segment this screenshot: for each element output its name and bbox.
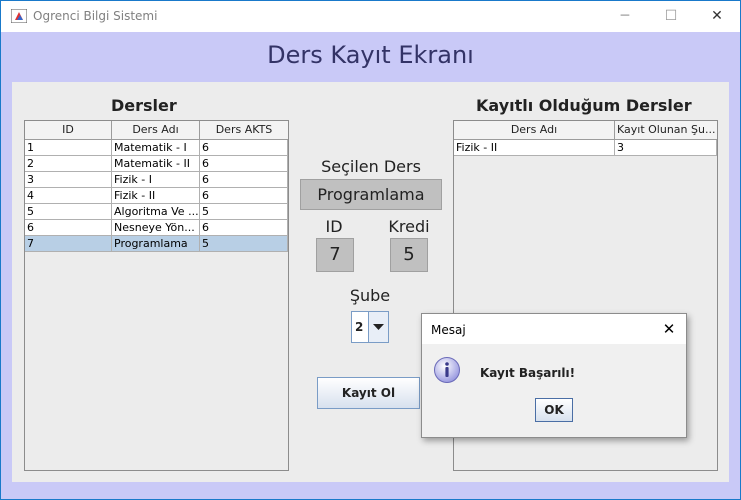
cell-course-name: Algoritma Ve ... bbox=[112, 204, 200, 220]
table-row[interactable]: 3 Fizik - I6 bbox=[25, 172, 288, 188]
table-row[interactable]: 1 Matematik - I6 bbox=[25, 140, 288, 156]
cell-ects: 5 bbox=[200, 236, 288, 252]
courses-table[interactable]: ID Ders Adı Ders AKTS 1 Matematik - I 6 2 Ma… bbox=[24, 120, 289, 471]
cell-id: 5 bbox=[25, 204, 112, 220]
section-dropdown[interactable]: 2 bbox=[351, 311, 389, 343]
chevron-down-icon[interactable] bbox=[368, 312, 388, 342]
cell-ects: 6 bbox=[200, 220, 288, 236]
cell-id: 7 bbox=[25, 236, 112, 252]
cell-id: 6 bbox=[25, 220, 112, 236]
section-label: Şube bbox=[349, 286, 391, 305]
cell-id: 4 bbox=[25, 188, 112, 204]
selected-course-field: Programlama bbox=[300, 179, 442, 210]
dialog-close-button[interactable]: ✕ bbox=[658, 318, 680, 340]
dialog-titlebar[interactable]: Mesaj ✕ bbox=[422, 314, 686, 344]
cell-course-name: Programlama bbox=[112, 236, 200, 252]
cell-ects: 6 bbox=[200, 140, 288, 156]
window-title: Ogrenci Bilgi Sistemi bbox=[33, 9, 158, 23]
cell-course-name: Fizik - II bbox=[454, 140, 615, 156]
column-header-ects[interactable]: Ders AKTS bbox=[200, 121, 288, 139]
java-app-icon bbox=[11, 9, 27, 23]
cell-id: 3 bbox=[25, 172, 112, 188]
table-row[interactable]: 6 Nesneye Yön... 6 bbox=[25, 220, 288, 236]
dialog-message: Kayıt Başarılı! bbox=[480, 366, 576, 380]
cell-course-name: Fizik - I bbox=[112, 172, 200, 188]
cell-course-name: Nesneye Yön... bbox=[112, 220, 200, 236]
credit-field: 5 bbox=[390, 238, 428, 272]
maximize-button[interactable]: ☐ bbox=[648, 1, 694, 32]
table-row[interactable]: 7 Programlama 5 bbox=[25, 236, 288, 252]
app-window: Ogrenci Bilgi Sistemi ─ ☐ ✕ Ders Kayıt E… bbox=[0, 0, 741, 500]
cell-ects: 5 bbox=[200, 204, 288, 220]
courses-table-header: ID Ders Adı Ders AKTS bbox=[25, 121, 288, 140]
cell-registered-section: 3 bbox=[615, 140, 717, 156]
table-row[interactable]: 5 Algoritma Ve ... 5 bbox=[25, 204, 288, 220]
column-header-course-name[interactable]: Ders Adı bbox=[454, 121, 615, 139]
cell-ects: 6 bbox=[200, 188, 288, 204]
message-dialog: Mesaj ✕ Kayıt Başarılı! OK bbox=[421, 313, 687, 438]
cell-course-name: Matematik - I bbox=[112, 140, 200, 156]
table-row[interactable]: Fizik - II 3 bbox=[454, 140, 717, 156]
credit-label: Kredi bbox=[388, 217, 430, 236]
table-row[interactable]: 2 Matematik - II 6 bbox=[25, 156, 288, 172]
registered-table-header: Ders Adı Kayıt Olunan Şu... bbox=[454, 121, 717, 140]
cell-course-name: Fizik - II bbox=[112, 188, 200, 204]
column-header-course-name[interactable]: Ders Adı bbox=[112, 121, 200, 139]
column-header-registered-section[interactable]: Kayıt Olunan Şu... bbox=[615, 121, 717, 139]
minimize-button[interactable]: ─ bbox=[602, 1, 648, 32]
ok-button[interactable]: OK bbox=[535, 398, 573, 422]
registered-courses-title: Kayıtlı Olduğum Dersler bbox=[476, 96, 692, 115]
page-title: Ders Kayıt Ekranı bbox=[267, 41, 474, 69]
cell-id: 1 bbox=[25, 140, 112, 156]
column-header-id[interactable]: ID bbox=[25, 121, 112, 139]
cell-id: 2 bbox=[25, 156, 112, 172]
register-button[interactable]: Kayıt Ol bbox=[317, 377, 420, 409]
selected-course-label: Seçilen Ders bbox=[321, 157, 421, 176]
dialog-title: Mesaj bbox=[431, 323, 466, 337]
cell-course-name: Matematik - II bbox=[112, 156, 200, 172]
window-titlebar[interactable]: Ogrenci Bilgi Sistemi ─ ☐ ✕ bbox=[1, 1, 740, 32]
cell-ects: 6 bbox=[200, 156, 288, 172]
close-button[interactable]: ✕ bbox=[694, 1, 740, 32]
section-dropdown-value: 2 bbox=[355, 320, 364, 334]
courses-title: Dersler bbox=[111, 96, 177, 115]
table-row[interactable]: 4 Fizik - II 6 bbox=[25, 188, 288, 204]
id-label: ID bbox=[325, 217, 343, 236]
cell-ects: 6 bbox=[200, 172, 288, 188]
info-icon bbox=[434, 357, 460, 383]
id-field: 7 bbox=[316, 238, 354, 272]
